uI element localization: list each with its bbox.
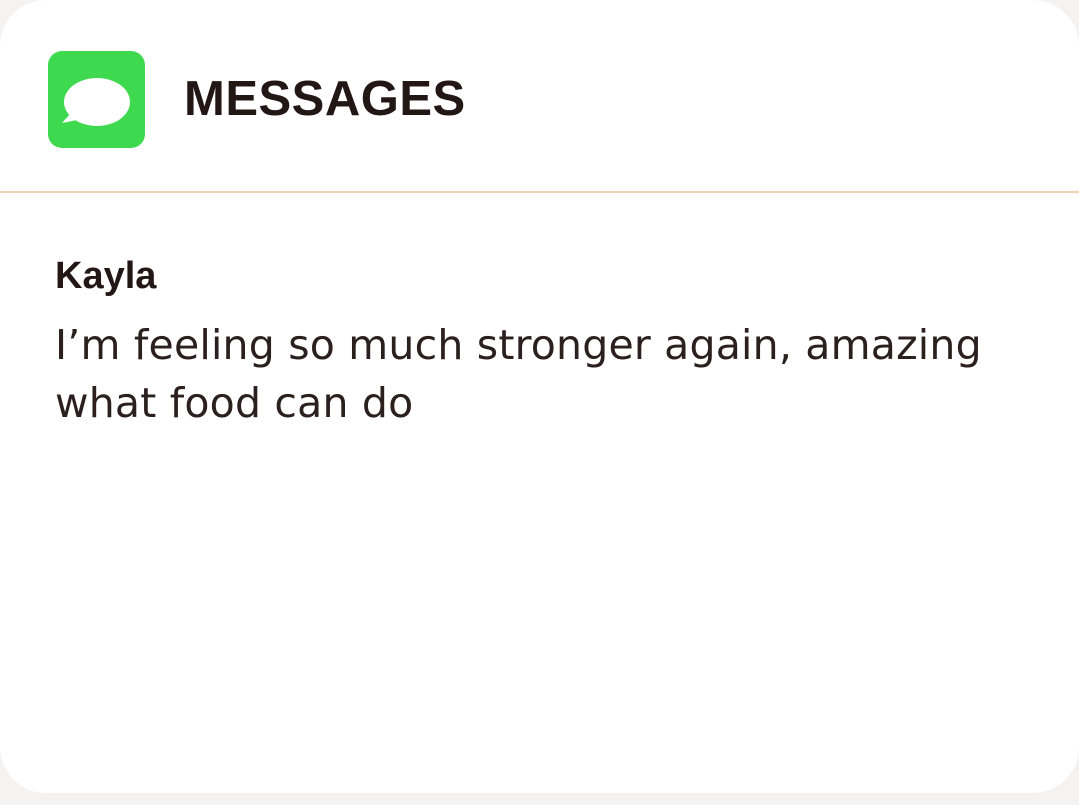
- notification-header: MESSAGES: [0, 0, 1079, 193]
- messages-icon: [48, 51, 145, 148]
- message-preview: I’m feeling so much stronger again, amaz…: [55, 321, 982, 427]
- sender-name: Kayla: [55, 255, 157, 297]
- message-notification-card[interactable]: MESSAGES Kayla I’m feeling so much stron…: [0, 0, 1079, 793]
- app-title: MESSAGES: [184, 72, 466, 126]
